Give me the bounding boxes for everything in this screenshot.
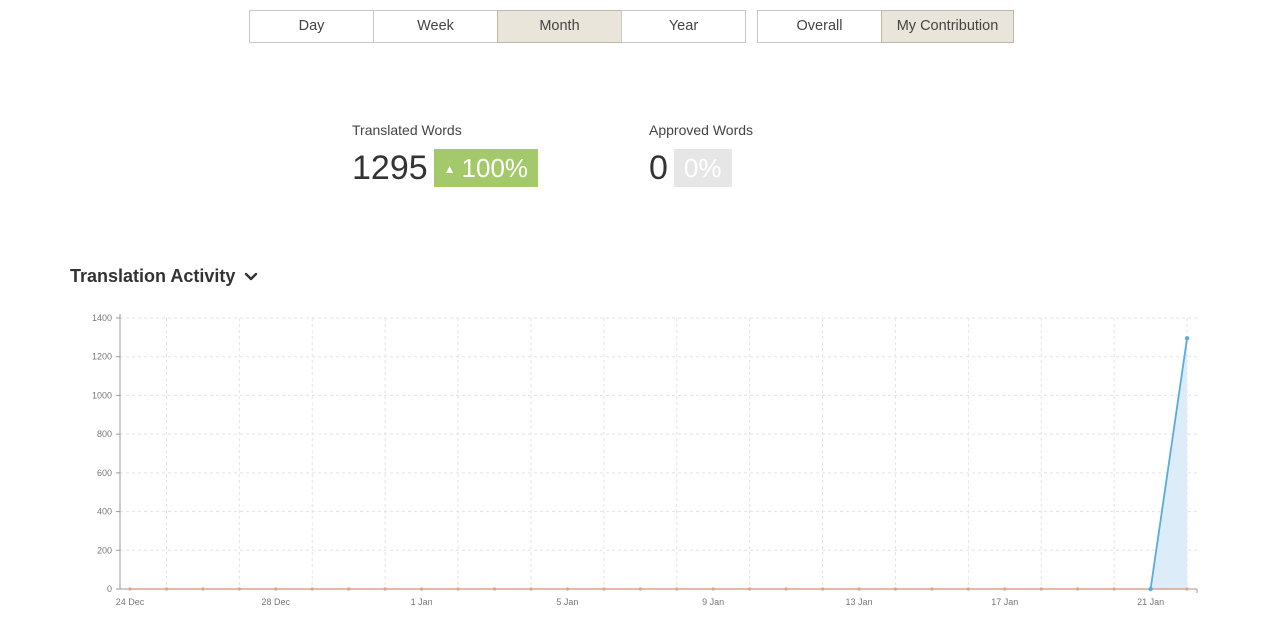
data-point-words bbox=[1148, 586, 1153, 592]
data-point-zero bbox=[602, 587, 606, 591]
y-tick-label: 1400 bbox=[92, 313, 112, 323]
y-tick-label: 800 bbox=[97, 429, 112, 439]
data-point-zero bbox=[347, 587, 351, 591]
data-point-zero bbox=[1003, 587, 1007, 591]
x-tick-label: 17 Jan bbox=[991, 597, 1018, 607]
chevron-down-icon bbox=[245, 272, 258, 280]
data-point-words bbox=[1184, 336, 1190, 341]
data-point-zero bbox=[1076, 587, 1080, 591]
data-point-zero bbox=[966, 587, 970, 591]
y-tick-label: 400 bbox=[97, 507, 112, 517]
x-tick-label: 28 Dec bbox=[262, 597, 291, 607]
data-point-zero bbox=[383, 587, 387, 591]
my-contribution-button[interactable]: My Contribution bbox=[881, 10, 1014, 43]
data-point-zero bbox=[820, 587, 825, 591]
data-point-zero bbox=[128, 587, 132, 591]
data-point-zero bbox=[930, 587, 934, 591]
data-point-zero bbox=[529, 587, 533, 591]
data-point-zero bbox=[784, 587, 788, 591]
x-tick-label: 13 Jan bbox=[845, 597, 872, 607]
approved-words-label: Approved Words bbox=[649, 122, 754, 138]
data-point-zero bbox=[201, 587, 205, 591]
translation-activity-toggle[interactable]: Translation Activity bbox=[70, 266, 258, 287]
scope-selector: Overall My Contribution bbox=[757, 10, 1014, 43]
section-title: Translation Activity bbox=[70, 266, 236, 286]
data-point-zero bbox=[748, 587, 752, 591]
month-button[interactable]: Month bbox=[497, 10, 622, 43]
translated-change-badge: ▲ 100% bbox=[433, 149, 539, 187]
data-point-zero bbox=[456, 587, 460, 591]
period-selector: Day Week Month Year bbox=[249, 10, 746, 43]
y-tick-label: 1000 bbox=[92, 390, 112, 400]
y-tick-label: 0 bbox=[107, 584, 112, 594]
x-tick-label: 21 Jan bbox=[1137, 597, 1164, 607]
approved-change-badge: 0% bbox=[673, 149, 732, 187]
data-point-zero bbox=[1112, 587, 1116, 591]
day-button[interactable]: Day bbox=[249, 10, 374, 43]
data-point-zero bbox=[893, 587, 898, 591]
overall-button[interactable]: Overall bbox=[757, 10, 882, 43]
data-point-zero bbox=[638, 587, 642, 591]
data-point-zero bbox=[420, 587, 424, 591]
x-tick-label: 24 Dec bbox=[116, 597, 145, 607]
translated-words-label: Translated Words bbox=[352, 122, 462, 138]
translated-change-value: 100% bbox=[461, 153, 529, 183]
translated-words-metric: Translated Words 1295 ▲ 100% bbox=[352, 122, 539, 187]
y-tick-label: 200 bbox=[97, 545, 112, 555]
data-point-zero bbox=[1185, 587, 1189, 591]
x-tick-label: 1 Jan bbox=[411, 597, 433, 607]
y-tick-label: 1200 bbox=[92, 352, 112, 362]
x-tick-label: 9 Jan bbox=[702, 597, 724, 607]
data-point-zero bbox=[237, 587, 241, 591]
week-button[interactable]: Week bbox=[373, 10, 498, 43]
approved-words-value: 0 bbox=[649, 149, 668, 187]
data-point-zero bbox=[310, 587, 314, 591]
data-point-zero bbox=[675, 587, 679, 591]
x-tick-label: 5 Jan bbox=[556, 597, 578, 607]
year-button[interactable]: Year bbox=[621, 10, 746, 43]
translated-words-value: 1295 bbox=[352, 149, 428, 187]
translation-activity-chart: 0 200 400 600 800 1000 1200 1400 24 Dec 28 Dec 1 J… bbox=[92, 313, 1198, 607]
data-point-zero bbox=[1039, 587, 1043, 591]
data-point-zero bbox=[274, 587, 278, 591]
data-point-zero bbox=[857, 587, 861, 591]
data-point-zero bbox=[164, 587, 169, 591]
data-point-zero bbox=[492, 587, 497, 591]
data-point-zero bbox=[711, 587, 715, 591]
approved-words-metric: Approved Words 0 0% bbox=[649, 122, 753, 187]
data-point-zero bbox=[565, 587, 570, 591]
y-tick-label: 600 bbox=[97, 468, 112, 478]
arrow-up-icon: ▲ bbox=[443, 162, 456, 176]
